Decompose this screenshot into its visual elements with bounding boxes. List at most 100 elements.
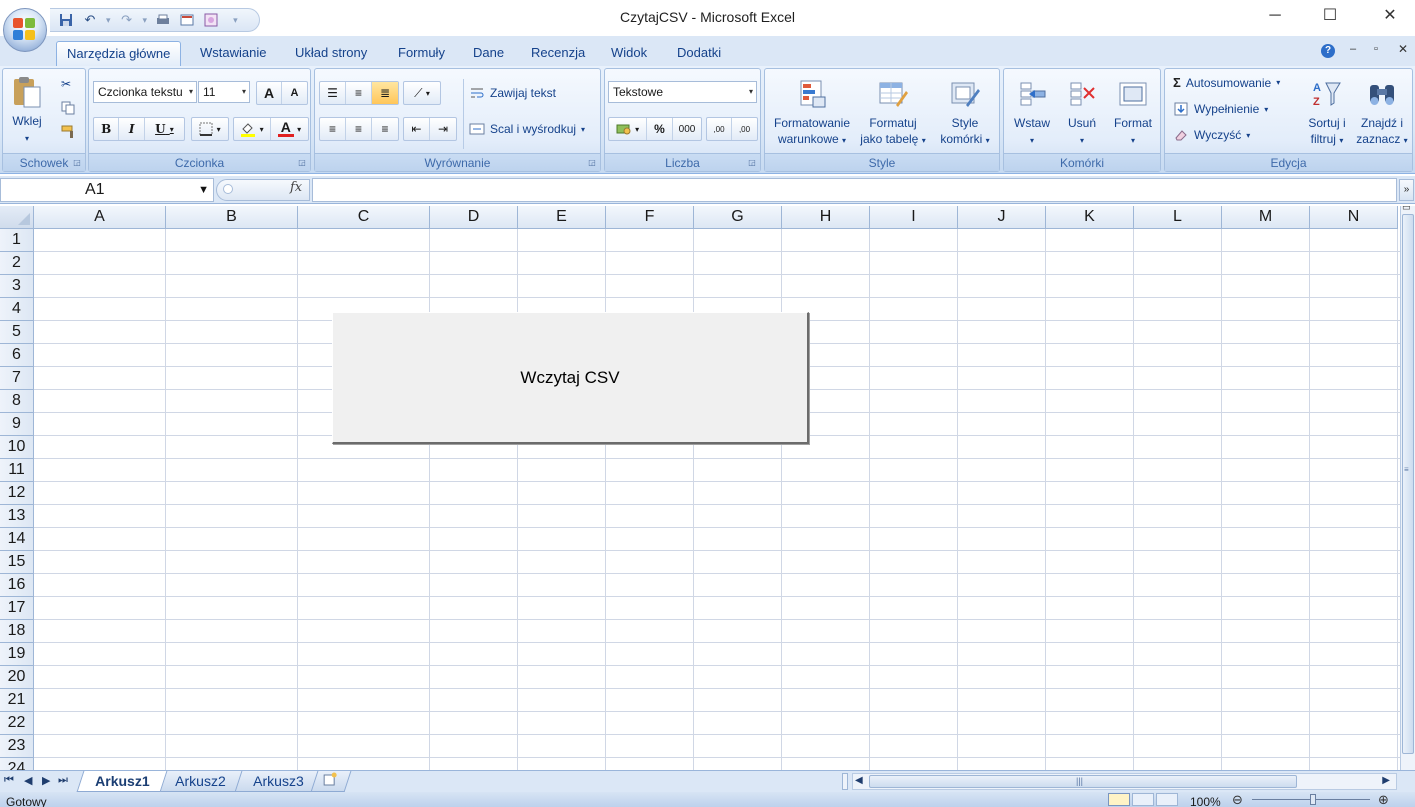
- insert-cells-button[interactable]: Wstaw ▾: [1008, 77, 1056, 149]
- row-header[interactable]: 3: [0, 275, 34, 298]
- increase-indent-icon[interactable]: ⇥: [430, 118, 456, 140]
- help-icon[interactable]: ?: [1321, 44, 1335, 58]
- normal-view-icon[interactable]: [1108, 793, 1130, 806]
- clipboard-launcher-icon[interactable]: ◲: [72, 158, 82, 168]
- row-header[interactable]: 8: [0, 390, 34, 413]
- horizontal-scrollbar[interactable]: ◀ ||| ▶: [852, 773, 1397, 790]
- font-launcher-icon[interactable]: ◲: [297, 158, 307, 168]
- scroll-left-icon[interactable]: ◀: [855, 775, 863, 786]
- wrap-text-button[interactable]: Zawijaj tekst: [469, 85, 556, 101]
- tab-page-layout[interactable]: Układ strony: [285, 41, 377, 66]
- font-size-combo[interactable]: 11 ▾: [198, 81, 250, 103]
- doc-close-icon[interactable]: ✕: [1398, 42, 1408, 56]
- conditional-formatting-button[interactable]: Formatowanie warunkowe ▾: [769, 77, 855, 149]
- align-bottom-icon[interactable]: ≣: [372, 82, 398, 104]
- tab-home[interactable]: Narzędzia główne: [56, 41, 182, 66]
- first-sheet-icon[interactable]: ⏮: [4, 774, 14, 787]
- format-painter-icon[interactable]: [61, 125, 77, 139]
- paste-dropdown-icon[interactable]: ▾: [25, 134, 29, 143]
- zoom-out-icon[interactable]: ⊖: [1232, 792, 1243, 807]
- row-header[interactable]: 15: [0, 551, 34, 574]
- vertical-scrollbar[interactable]: ▭ ≡: [1400, 202, 1415, 770]
- cell-styles-button[interactable]: Style komórki ▾: [933, 77, 997, 149]
- row-header[interactable]: 13: [0, 505, 34, 528]
- row-header[interactable]: 23: [0, 735, 34, 758]
- row-header[interactable]: 7: [0, 367, 34, 390]
- merge-center-button[interactable]: Scal i wyśrodkuj ▾: [469, 121, 585, 137]
- column-header[interactable]: B: [166, 206, 298, 229]
- column-header[interactable]: I: [870, 206, 958, 229]
- alignment-launcher-icon[interactable]: ◲: [587, 158, 597, 168]
- align-left-icon[interactable]: ≡: [320, 118, 346, 140]
- row-header[interactable]: 20: [0, 666, 34, 689]
- tab-addins[interactable]: Dodatki: [667, 41, 731, 66]
- tab-review[interactable]: Recenzja: [521, 41, 595, 66]
- italic-button[interactable]: I: [119, 118, 145, 140]
- insert-sheet-button[interactable]: [310, 771, 352, 792]
- row-header[interactable]: 4: [0, 298, 34, 321]
- last-sheet-icon[interactable]: ⏭: [58, 774, 68, 787]
- borders-button[interactable]: ▾: [191, 117, 229, 141]
- align-top-icon[interactable]: ☰: [320, 82, 346, 104]
- page-break-view-icon[interactable]: [1156, 793, 1178, 806]
- tab-insert[interactable]: Wstawianie: [190, 41, 276, 66]
- tab-data[interactable]: Dane: [463, 41, 514, 66]
- column-header[interactable]: E: [518, 206, 606, 229]
- currency-button[interactable]: ▾: [609, 118, 647, 140]
- column-header[interactable]: G: [694, 206, 782, 229]
- decrease-indent-icon[interactable]: ⇤: [404, 118, 430, 140]
- increase-decimal-button[interactable]: ,00: [707, 118, 733, 140]
- font-color-button[interactable]: A ▾: [271, 118, 308, 140]
- fill-button[interactable]: Wypełnienie ▾: [1173, 101, 1268, 117]
- autosum-button[interactable]: Σ Autosumowanie ▾: [1173, 75, 1280, 90]
- zoom-in-icon[interactable]: ⊕: [1378, 792, 1389, 807]
- chevron-down-icon[interactable]: ▼: [198, 179, 209, 201]
- shrink-font-button[interactable]: A: [282, 82, 307, 104]
- row-header[interactable]: 10: [0, 436, 34, 459]
- font-name-combo[interactable]: Czcionka tekstu ▾: [93, 81, 197, 103]
- underline-button[interactable]: U ▾: [145, 118, 184, 140]
- paste-button[interactable]: Wklej ▾: [9, 75, 45, 147]
- row-header[interactable]: 21: [0, 689, 34, 712]
- row-header[interactable]: 6: [0, 344, 34, 367]
- row-header[interactable]: 24: [0, 758, 34, 770]
- row-header[interactable]: 1: [0, 229, 34, 252]
- row-header[interactable]: 2: [0, 252, 34, 275]
- tab-formulas[interactable]: Formuły: [388, 41, 455, 66]
- column-header[interactable]: M: [1222, 206, 1310, 229]
- page-layout-view-icon[interactable]: [1132, 793, 1154, 806]
- bold-button[interactable]: B: [94, 118, 120, 140]
- delete-cells-button[interactable]: Usuń ▾: [1058, 77, 1106, 149]
- align-center-icon[interactable]: ≡: [346, 118, 372, 140]
- chevron-down-icon[interactable]: ▾: [581, 125, 585, 134]
- column-header[interactable]: J: [958, 206, 1046, 229]
- decrease-decimal-button[interactable]: ,00: [732, 118, 757, 140]
- name-box[interactable]: A1 ▼: [0, 178, 214, 202]
- doc-minimize-icon[interactable]: –: [1350, 43, 1356, 55]
- copy-icon[interactable]: [61, 101, 75, 115]
- column-header[interactable]: A: [34, 206, 166, 229]
- select-all-button[interactable]: [0, 206, 34, 229]
- cut-icon[interactable]: ✂: [61, 77, 71, 91]
- number-launcher-icon[interactable]: ◲: [747, 158, 757, 168]
- formula-input[interactable]: [312, 178, 1397, 202]
- row-header[interactable]: 17: [0, 597, 34, 620]
- row-header[interactable]: 22: [0, 712, 34, 735]
- scroll-right-icon[interactable]: ▶: [1382, 775, 1390, 786]
- expand-formula-bar-button[interactable]: »: [1399, 179, 1414, 201]
- column-header[interactable]: N: [1310, 206, 1398, 229]
- split-handle-icon[interactable]: ▭: [1402, 202, 1411, 213]
- align-middle-icon[interactable]: ≡: [346, 82, 372, 104]
- row-header[interactable]: 14: [0, 528, 34, 551]
- row-header[interactable]: 16: [0, 574, 34, 597]
- sheet-tab-arkusz3[interactable]: Arkusz3: [234, 771, 322, 792]
- format-cells-button[interactable]: Format ▾: [1108, 77, 1158, 149]
- load-csv-button[interactable]: Wczytaj CSV: [332, 312, 809, 444]
- next-sheet-icon[interactable]: ▶: [42, 774, 50, 787]
- tab-view[interactable]: Widok: [601, 41, 657, 66]
- column-header[interactable]: D: [430, 206, 518, 229]
- insert-function-button[interactable]: fx: [290, 180, 302, 195]
- tab-split-handle[interactable]: [842, 773, 848, 790]
- clear-button[interactable]: Wyczyść ▾: [1173, 127, 1250, 143]
- column-header[interactable]: K: [1046, 206, 1134, 229]
